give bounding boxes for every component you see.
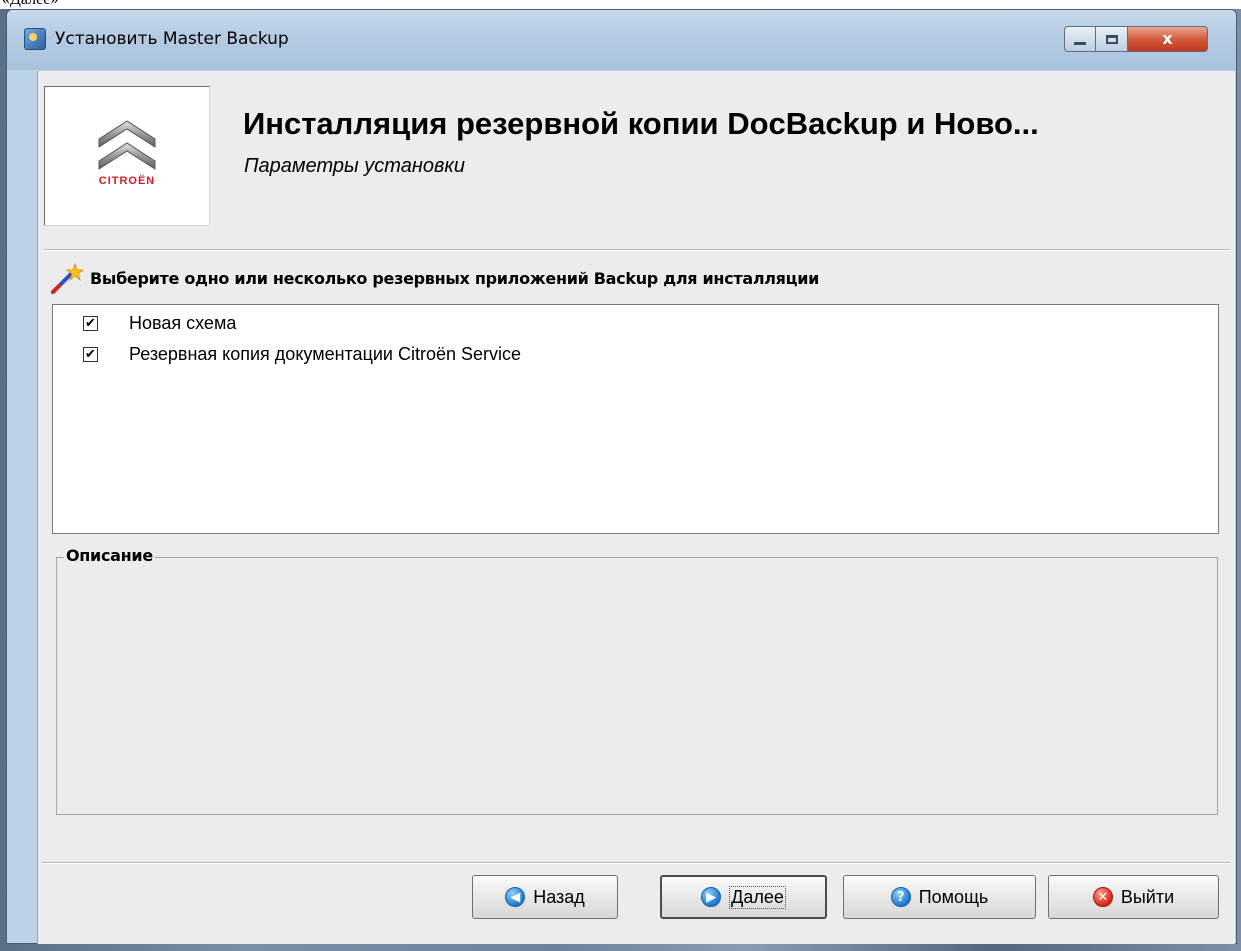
installer-content: CITROËN Инсталляция резервной копии DocB… — [37, 71, 1235, 944]
exit-button-label: Выйти — [1120, 886, 1175, 907]
maximize-icon — [1105, 34, 1118, 44]
wizard-wand-icon — [51, 262, 85, 294]
citroen-chevrons-icon — [98, 120, 156, 170]
exit-icon: ✕ — [1092, 887, 1113, 907]
service-doc-backup-checkbox[interactable]: ✔ — [83, 346, 98, 362]
description-panel — [56, 557, 1218, 815]
back-button-label: Назад — [533, 886, 585, 907]
close-button[interactable]: x — [1128, 26, 1208, 52]
list-item-label: Резервная копия документации Citroën Ser… — [129, 343, 522, 364]
list-item[interactable]: ✔ Резервная копия документации Citroën S… — [83, 343, 521, 365]
description-legend: Описание — [64, 546, 155, 565]
app-icon — [24, 28, 46, 50]
exit-button[interactable]: ✕ Выйти — [1048, 875, 1219, 919]
brand-logo: CITROËN — [44, 86, 210, 226]
help-button-label: Помощь — [918, 886, 989, 907]
backup-app-list: ✔ Новая схема ✔ Резервная копия документ… — [52, 304, 1219, 534]
back-button[interactable]: ◀ Назад — [472, 875, 618, 919]
selection-instruction: Выберите одно или несколько резервных пр… — [90, 269, 820, 288]
page-subtitle: Параметры установки — [244, 155, 465, 177]
close-icon: x — [1162, 29, 1173, 48]
footer-divider — [42, 862, 1230, 864]
list-item[interactable]: ✔ Новая схема — [83, 312, 236, 334]
next-button[interactable]: ▶ Далее — [660, 875, 827, 919]
window-title: Установить Master Backup — [55, 29, 289, 49]
title-bar[interactable]: Установить Master Backup x — [7, 10, 1236, 70]
maximize-button[interactable] — [1096, 26, 1128, 52]
next-button-label: Далее — [729, 885, 786, 909]
minimize-icon — [1074, 41, 1086, 45]
help-button[interactable]: ? Помощь — [843, 875, 1036, 919]
arrow-left-icon: ◀ — [505, 887, 526, 907]
new-scheme-checkbox[interactable]: ✔ — [83, 315, 98, 331]
document-text-fragment: «Далее» — [2, 0, 58, 9]
installer-window: Установить Master Backup x CITROËN Инста… — [6, 9, 1237, 944]
page-title: Инсталляция резервной копии DocBackup и … — [243, 106, 1039, 141]
arrow-right-icon: ▶ — [701, 887, 722, 907]
minimize-button[interactable] — [1064, 26, 1096, 52]
help-icon: ? — [890, 887, 911, 907]
list-item-label: Новая схема — [129, 312, 237, 333]
header-divider — [44, 249, 1230, 251]
brand-name: CITROËN — [98, 175, 156, 187]
